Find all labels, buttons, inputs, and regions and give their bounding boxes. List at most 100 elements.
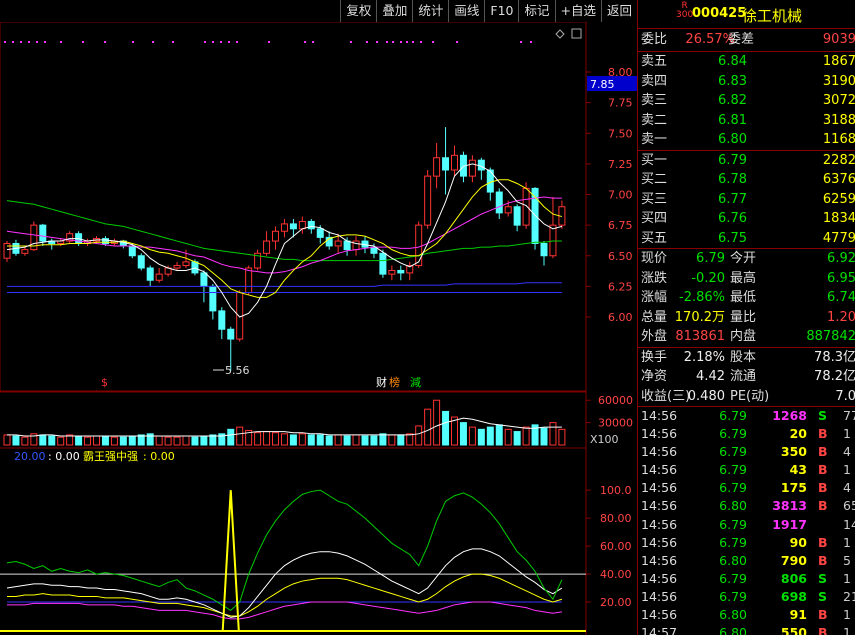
sell-volume: 3190 [822,73,855,89]
candle-body[interactable] [191,261,199,274]
volume-tick-label: 60000 [598,394,633,407]
signal-dot [366,41,368,43]
candle-body[interactable] [415,224,423,267]
back-button[interactable]: 返回 [600,0,637,22]
candle-body[interactable] [272,230,279,242]
candle-body[interactable] [289,223,297,230]
candle-body[interactable] [433,157,441,177]
candle-body[interactable] [200,272,208,287]
f10-button[interactable]: F10 [484,0,518,22]
tick-row[interactable]: 14:56 6.79 175 B 4 [638,479,855,497]
mark-button[interactable]: 标记 [518,0,554,22]
tick-volume: 3813 [772,498,807,514]
candle-body[interactable] [307,220,315,230]
candle-body[interactable] [263,240,271,254]
ind-yellow-line [7,573,563,617]
signal-dot [20,41,22,43]
add-watchlist-button[interactable]: +自选 [554,0,601,22]
buy-volume: 4779 [822,230,855,246]
tick-row[interactable]: 14:566.803813B65 [638,497,855,515]
candle-body[interactable] [477,159,485,171]
price-tick-label: 7.50 [608,127,633,140]
volume-bar [343,435,351,446]
kline-chart[interactable]: 8.007.757.507.257.006.756.506.256.007.85… [0,0,637,635]
candle-body[interactable] [442,157,450,171]
financial-marker[interactable]: 财 [376,375,387,389]
tick-row[interactable]: 14:56 6.79 806 S 1 [638,570,855,588]
price-tick-label: 7.25 [608,158,633,171]
candle-body[interactable] [343,240,351,251]
candle-body[interactable] [522,187,530,226]
candle-body[interactable] [504,206,512,214]
buy-volume: 6376 [822,172,855,187]
candle-body[interactable] [39,224,47,242]
tick-row[interactable]: 14:56 6.80 91 B 1 [638,606,855,624]
candle-body[interactable] [379,252,387,275]
ind-tick-label: 20.00 [600,596,632,609]
tick-row[interactable]: 14:56 6.79 43 B 1 [638,461,855,479]
list-marker[interactable]: 榜 [389,375,400,389]
candle-body[interactable] [549,224,557,257]
signal-dot [82,41,84,43]
candle-body[interactable] [316,228,324,238]
stat-row: 外盘 813861 内盘 887842 [638,327,855,347]
candle-body[interactable] [468,159,476,177]
stock-header: R 300 000425 徐工机械 [638,0,855,29]
tick-row[interactable]: 14:57 6.80 550 B 1 [638,624,855,635]
tick-row[interactable]: 14:566.79191714 [638,516,855,534]
candle-body[interactable] [495,191,503,214]
candle-body[interactable] [298,220,306,230]
tick-row[interactable]: 14:56 6.79 20 B 1 [638,425,855,443]
candle-body[interactable] [352,240,360,251]
signal-dot [172,41,174,43]
tick-row[interactable]: 14:56 6.79 350 B 4 [638,443,855,461]
sell-level-1: 卖一 6.80 1168 [638,130,855,150]
candle-body[interactable] [173,265,181,269]
candle-body[interactable] [424,175,432,226]
candle-body[interactable] [513,206,521,226]
candle-body[interactable] [218,310,226,330]
candle-body[interactable] [397,269,405,274]
candle-body[interactable] [21,249,29,254]
candle-body[interactable] [280,223,288,232]
volume-bar [513,431,521,446]
candle-body[interactable] [451,154,458,171]
candle-body[interactable] [137,255,145,269]
buy-level-2: 买二 6.78 6376 [638,170,855,190]
candle-body[interactable] [227,328,235,340]
candle-body[interactable] [209,285,217,312]
lock-icon[interactable] [571,28,582,39]
candle-body[interactable] [334,240,342,247]
tick-row[interactable]: 14:56 6.79 90 B 1 [638,534,855,552]
volume-bar [101,435,109,446]
tick-flag: B [818,607,828,623]
candle-body[interactable] [540,243,548,257]
restore-right-button[interactable]: 复权 [340,0,376,22]
tick-volume: 175 [780,480,807,496]
signal-dot [350,41,352,43]
candle-body[interactable] [182,261,190,267]
buy-price: 6.79 [718,152,747,168]
overlay-button[interactable]: 叠加 [376,0,412,22]
tick-list[interactable]: 14:566.791268S7714:566.7920B114:566.7935… [638,407,855,635]
draw-line-button[interactable]: 画线 [448,0,484,22]
signal-dot [412,41,414,43]
candle-body[interactable] [155,273,163,281]
reduce-marker[interactable]: 減 [410,375,421,389]
signal-dot [456,41,458,43]
candle-body[interactable] [128,245,136,257]
candle-body[interactable] [245,267,253,293]
volume-bar [182,435,190,446]
candle-body[interactable] [388,269,396,275]
tick-row[interactable]: 14:566.791268S77 [638,407,855,425]
tick-row[interactable]: 14:566.79698S21 [638,588,855,606]
chart-area[interactable]: 8.00 7.75 7.50 7.25 7.00 6.75 6.50 6.25 6.00 7.85… [0,0,637,635]
signal-dot [204,41,206,43]
tick-price: 6.80 [719,607,747,623]
volume-bar [352,434,360,446]
candle-body[interactable] [146,267,154,281]
statistics-button[interactable]: 统计 [412,0,448,22]
candle-body[interactable] [370,246,378,254]
tick-row[interactable]: 14:56 6.80 790 B 5 [638,552,855,570]
price-tick-label: 6.50 [608,250,633,263]
